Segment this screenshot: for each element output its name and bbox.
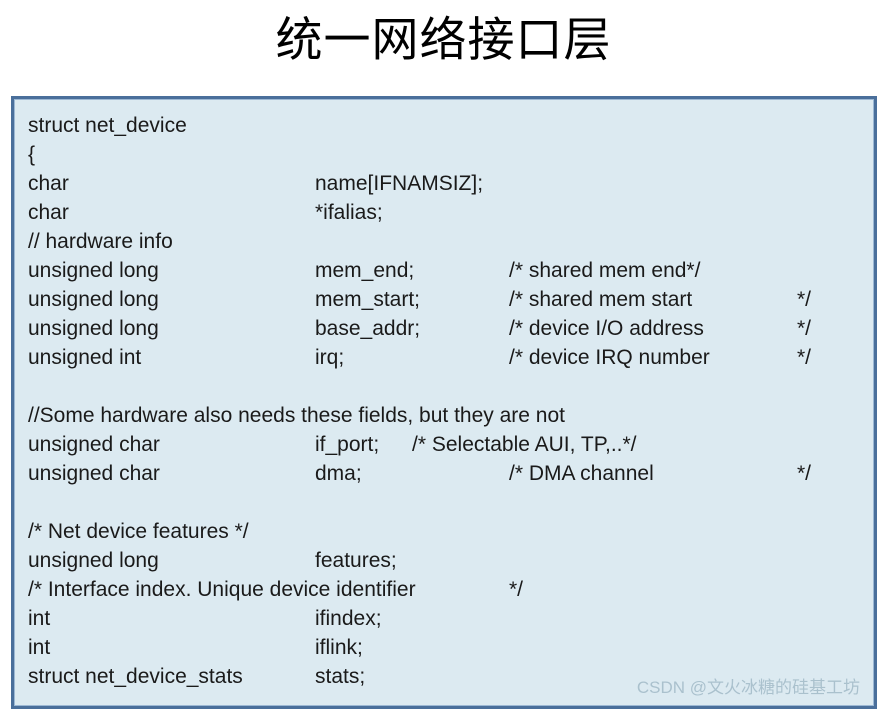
code-line: /* Interface index. Unique device identi… xyxy=(18,575,874,604)
code-line: { xyxy=(18,140,874,169)
code-line: unsigned char if_port; /* Selectable AUI, … xyxy=(18,430,874,459)
code-type-token: struct net_device xyxy=(28,114,187,137)
code-comment: /* Selectable AUI, TP,..*/ xyxy=(412,433,637,456)
code-field-name: mem_end; xyxy=(315,259,415,282)
code-line: struct net_device xyxy=(18,111,874,140)
code-type-token: unsigned int xyxy=(28,346,142,369)
code-type-token: unsigned char xyxy=(28,462,160,485)
code-line: int ifindex; xyxy=(18,604,874,633)
code-field-name: if_port; xyxy=(315,433,380,456)
code-type-token: char xyxy=(28,201,69,224)
code-field-name: mem_start; xyxy=(315,288,421,311)
code-type-token: //Some hardware also needs these fields,… xyxy=(28,404,565,427)
code-field-name: iflink; xyxy=(315,636,363,659)
code-line: unsigned char dma; /* DMA channel */ xyxy=(18,459,874,488)
code-comment: /* device IRQ number xyxy=(509,346,710,369)
code-comment: */ xyxy=(509,578,524,601)
code-comment: /* shared mem start xyxy=(509,288,693,311)
code-comment-tail: */ xyxy=(797,462,812,485)
code-comment-tail: */ xyxy=(797,288,812,311)
code-comment: /* shared mem end*/ xyxy=(509,259,701,282)
code-field-name: *ifalias; xyxy=(315,201,383,224)
code-comment-tail: */ xyxy=(797,317,812,340)
code-line: char *ifalias; xyxy=(18,198,874,227)
code-line: unsigned long base_addr; /* device I/O add… xyxy=(18,314,874,343)
page-title: 统一网络接口层 xyxy=(275,15,612,67)
code-field-name: dma; xyxy=(315,462,362,485)
code-comment: /* DMA channel xyxy=(509,462,654,485)
code-type-token: unsigned char xyxy=(28,433,160,456)
code-type-token: int xyxy=(28,607,51,630)
code-line: struct net_device_stats stats; xyxy=(18,662,874,691)
code-line: char name[IFNAMSIZ]; xyxy=(18,169,874,198)
code-field-name: ifindex; xyxy=(315,607,382,630)
code-type-token: // hardware info xyxy=(28,230,173,253)
code-line: unsigned long mem_start; /* shared mem sta… xyxy=(18,285,874,314)
code-type-token: unsigned long xyxy=(28,288,159,311)
code-field-name: irq; xyxy=(315,346,345,369)
code-type-token: /* Interface index. Unique device identi… xyxy=(28,578,416,601)
code-line: unsigned long mem_end; /* shared mem end*/ xyxy=(18,256,874,285)
code-type-token: struct net_device_stats xyxy=(28,665,243,688)
code-type-token: char xyxy=(28,172,69,195)
code-field-name: features; xyxy=(315,549,397,572)
code-type-token: /* Net device features */ xyxy=(28,520,249,543)
code-line: unsigned long features; xyxy=(18,546,874,575)
code-comment-tail: */ xyxy=(797,346,812,369)
code-line: //Some hardware also needs these fields,… xyxy=(18,401,874,430)
code-line: /* Net device features */ xyxy=(18,517,874,546)
code-field-name: name[IFNAMSIZ]; xyxy=(315,172,484,195)
code-listing: struct net_device{char name[IFNAMSIZ]; cha… xyxy=(14,99,874,706)
code-line: // hardware info xyxy=(18,227,874,256)
code-field-name: stats; xyxy=(315,665,366,688)
code-type-token: unsigned long xyxy=(28,317,159,340)
code-type-token: int xyxy=(28,636,51,659)
code-block-panel: struct net_device{char name[IFNAMSIZ]; cha… xyxy=(11,96,877,709)
code-field-name: base_addr; xyxy=(315,317,421,340)
code-line: int iflink; xyxy=(18,633,874,662)
code-comment: /* device I/O address xyxy=(509,317,704,340)
code-line: unsigned int irq; /* device IRQ number */ xyxy=(18,343,874,372)
code-type-token: unsigned long xyxy=(28,549,159,572)
code-type-token: { xyxy=(28,143,36,166)
code-type-token: unsigned long xyxy=(28,259,159,282)
